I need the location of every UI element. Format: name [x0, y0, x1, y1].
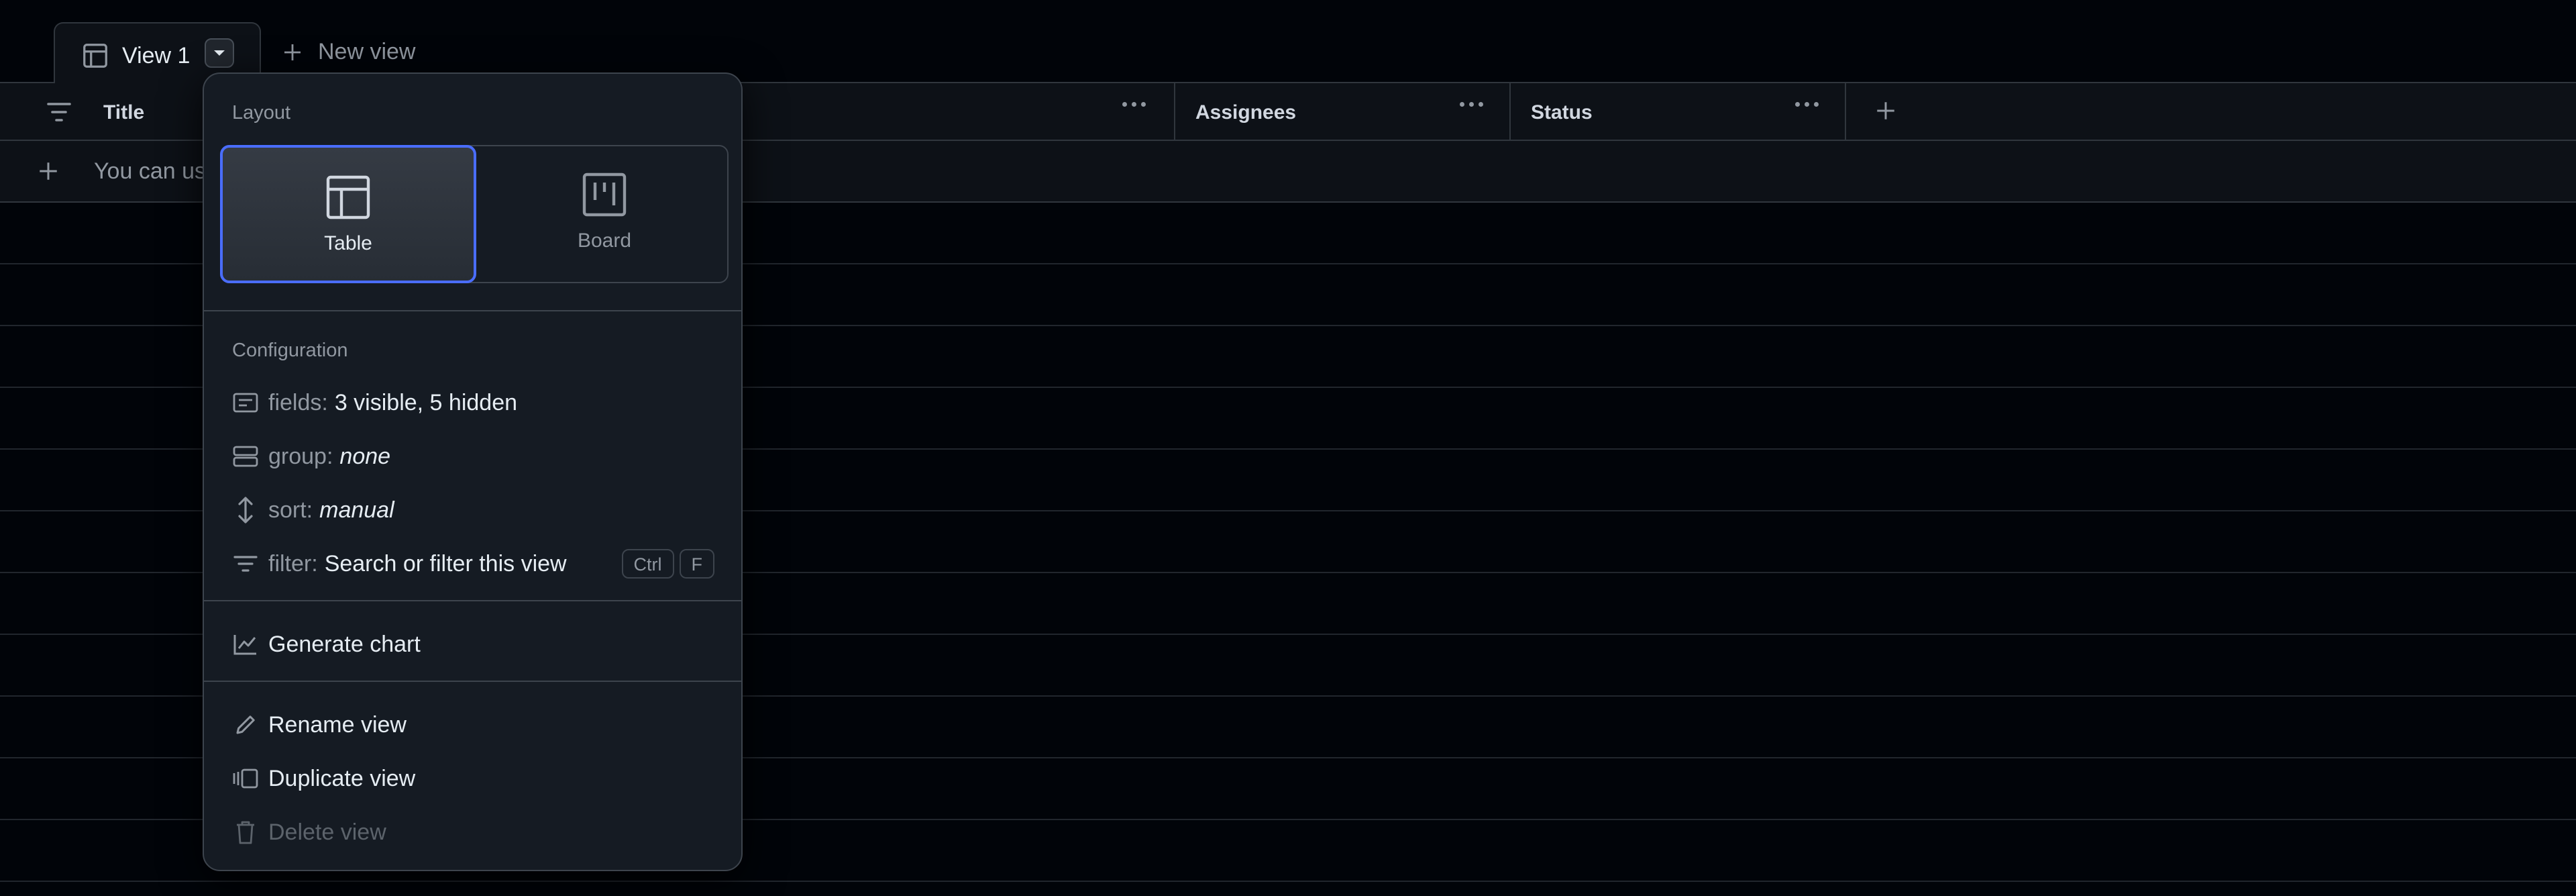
table-icon	[324, 173, 372, 221]
menu-item-delete-view[interactable]: Delete view	[231, 813, 714, 851]
column-header-status[interactable]: Status	[1509, 83, 1845, 140]
menu-item-group[interactable]: group: none	[231, 438, 714, 475]
menu-item-generate-chart[interactable]: Generate chart	[231, 626, 714, 663]
view-options-button[interactable]	[205, 38, 234, 68]
layout-option-label: Table	[324, 232, 372, 254]
menu-item-fields[interactable]: fields: 3 visible, 5 hidden	[231, 384, 714, 421]
graph-icon	[231, 630, 260, 659]
group-icon	[231, 442, 260, 471]
menu-item-rename-view[interactable]: Rename view	[231, 706, 714, 744]
configuration-section-title: Configuration	[232, 340, 348, 361]
layout-section-title: Layout	[232, 102, 291, 123]
trash-icon	[231, 817, 260, 847]
plus-icon	[37, 160, 60, 183]
sort-icon	[231, 495, 260, 525]
shortcut-key-ctrl: Ctrl	[621, 549, 674, 579]
column-header-assignees[interactable]: Assignees	[1174, 83, 1509, 140]
filter-icon	[231, 549, 260, 579]
menu-divider	[204, 310, 741, 311]
kebab-icon[interactable]	[1122, 102, 1146, 107]
tab-label: View 1	[122, 43, 191, 68]
group-value: none	[339, 443, 391, 469]
fields-key: fields:	[268, 389, 328, 415]
new-view-label: New view	[318, 39, 416, 64]
layout-option-label: Board	[577, 230, 632, 252]
shortcut-key-f: F	[679, 549, 714, 579]
fields-value: 3 visible, 5 hidden	[334, 389, 518, 415]
menu-item-filter[interactable]: filter: Search or filter this view Ctrl …	[231, 545, 714, 583]
sort-value: manual	[319, 497, 394, 523]
layout-option-table[interactable]: Table	[220, 145, 476, 283]
chevron-down-icon	[213, 49, 226, 57]
filter-value: Search or filter this view	[324, 550, 567, 577]
new-view-button[interactable]: New view	[282, 39, 415, 65]
menu-divider	[204, 681, 741, 682]
fields-icon	[231, 388, 260, 417]
layout-switcher: Table Board	[220, 145, 729, 283]
add-field-button[interactable]	[1845, 83, 1905, 140]
sort-key: sort:	[268, 497, 313, 523]
filter-key: filter:	[268, 550, 318, 577]
plus-icon	[1874, 99, 1897, 122]
plus-icon	[282, 42, 303, 63]
duplicate-icon	[231, 764, 260, 793]
delete-view-label: Delete view	[268, 819, 386, 845]
rename-view-label: Rename view	[268, 711, 407, 738]
filter-shortcut: Ctrl F	[616, 549, 714, 579]
pencil-icon	[231, 710, 260, 740]
view-options-menu: Layout Table Board Configuration fields:…	[203, 72, 743, 871]
generate-chart-label: Generate chart	[268, 631, 421, 657]
add-item-hint: You can us	[94, 158, 206, 184]
column-header-assignees-label: Assignees	[1195, 101, 1297, 123]
kebab-icon[interactable]	[1795, 102, 1819, 107]
column-header-title[interactable]: Title	[103, 101, 144, 124]
view-tab-bar: View 1 New view	[0, 0, 2576, 85]
menu-item-sort[interactable]: sort: manual	[231, 491, 714, 529]
group-key: group:	[268, 443, 333, 469]
layout-option-board[interactable]: Board	[476, 145, 733, 283]
board-icon	[580, 170, 629, 219]
column-header-status-label: Status	[1531, 101, 1593, 123]
duplicate-view-label: Duplicate view	[268, 765, 416, 791]
menu-divider	[204, 600, 741, 601]
table-icon	[82, 42, 109, 69]
kebab-icon[interactable]	[1460, 102, 1483, 107]
filter-icon[interactable]	[46, 100, 72, 124]
menu-item-duplicate-view[interactable]: Duplicate view	[231, 760, 714, 797]
